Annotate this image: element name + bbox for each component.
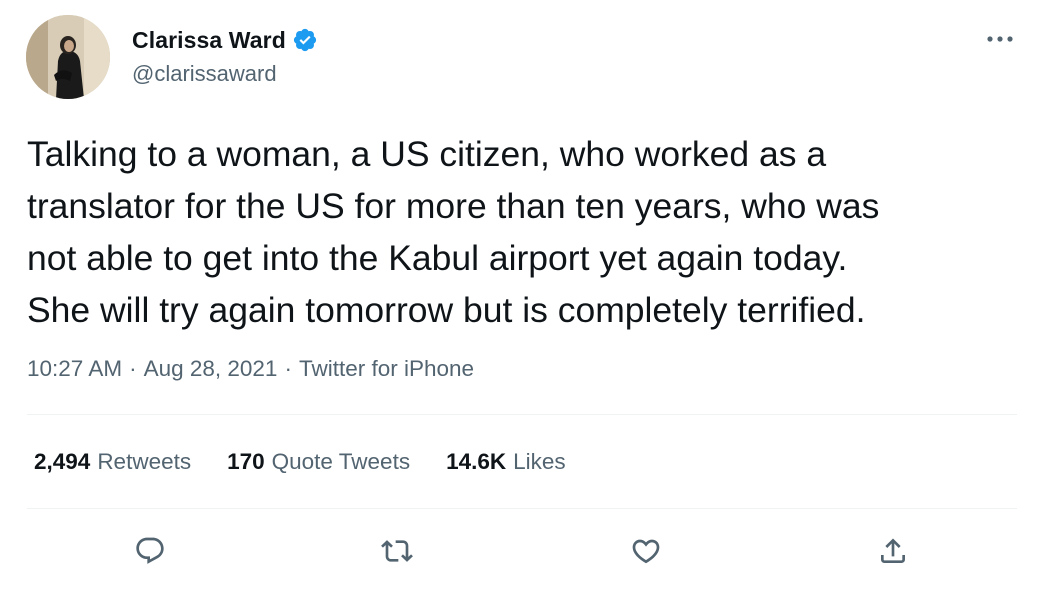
retweet-button[interactable] [378, 532, 416, 570]
retweets-label: Retweets [97, 449, 192, 474]
more-dots-icon [987, 36, 1013, 42]
like-button[interactable] [627, 532, 665, 570]
likes-label: Likes [513, 449, 566, 474]
tweet-stats: 2,494 Retweets 170 Quote Tweets 14.6K Li… [34, 449, 602, 475]
tweet-source[interactable]: Twitter for iPhone [299, 356, 474, 382]
quote-tweets-count: 170 [227, 449, 265, 474]
meta-separator: · [129, 356, 137, 381]
reply-button[interactable] [131, 532, 169, 570]
tweet-time[interactable]: 10:27 AM [27, 356, 122, 382]
reply-icon [136, 537, 164, 564]
verified-badge-icon [292, 27, 318, 53]
tweet-text: Talking to a woman, a US citizen, who wo… [27, 134, 880, 330]
author-handle[interactable]: @clarissaward [132, 61, 277, 87]
retweet-icon [381, 540, 413, 562]
quote-tweets-label: Quote Tweets [271, 449, 411, 474]
avatar-photo [26, 15, 110, 99]
share-icon [881, 538, 905, 563]
more-options-button[interactable] [980, 26, 1020, 52]
meta-separator: · [284, 356, 292, 381]
retweets-count: 2,494 [34, 449, 91, 474]
share-button[interactable] [874, 532, 912, 570]
retweets-stat[interactable]: 2,494 Retweets [34, 449, 191, 475]
author-name-row: Clarissa Ward [132, 24, 318, 56]
heart-icon [632, 539, 660, 564]
likes-stat[interactable]: 14.6K Likes [446, 449, 566, 475]
tweet-date[interactable]: Aug 28, 2021 [144, 356, 278, 382]
divider [27, 414, 1017, 415]
likes-count: 14.6K [446, 449, 507, 474]
avatar[interactable] [26, 15, 110, 99]
tweet-meta: 10:27 AM · Aug 28, 2021 · Twitter for iP… [27, 356, 474, 382]
quote-tweets-stat[interactable]: 170 Quote Tweets [227, 449, 410, 475]
divider [27, 508, 1017, 509]
author-display-name[interactable]: Clarissa Ward [132, 27, 286, 54]
